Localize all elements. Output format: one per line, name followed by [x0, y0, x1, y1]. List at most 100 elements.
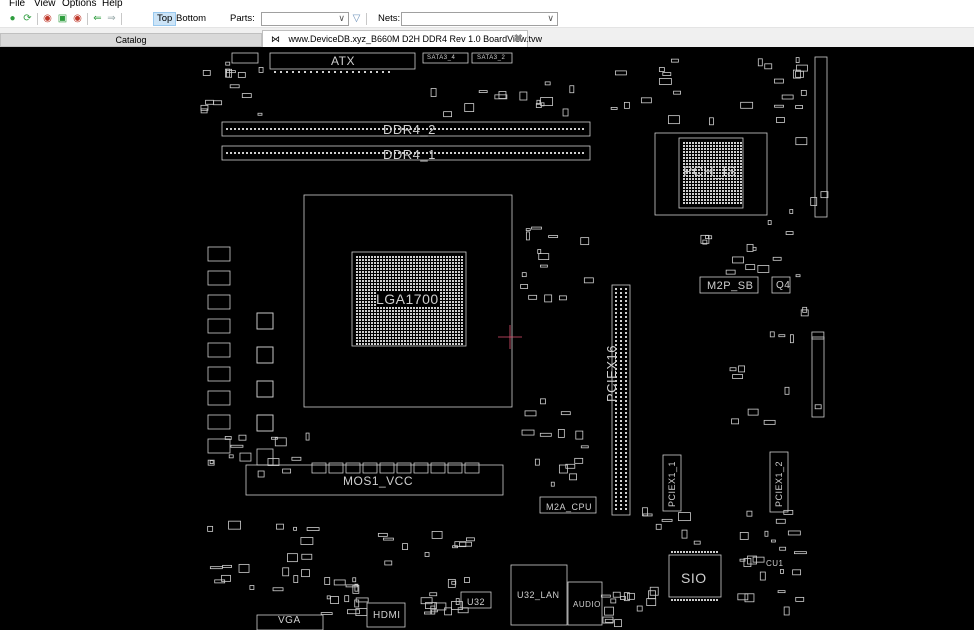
cpu-pad	[383, 328, 385, 330]
cpu-pad	[422, 331, 424, 333]
pch-ball	[731, 181, 733, 183]
pch-ball	[740, 187, 742, 189]
dimm-pin	[358, 128, 360, 130]
cpu-pad	[452, 340, 454, 342]
menu-options[interactable]: Options	[62, 0, 96, 10]
pcie-pin	[620, 324, 622, 326]
cpu-pad	[377, 331, 379, 333]
dimm-pin	[314, 152, 316, 154]
cpu-pad	[449, 274, 451, 276]
pch-ball	[710, 196, 712, 198]
smd-component	[221, 574, 231, 582]
dimm-pin	[294, 128, 296, 130]
tab-file-label: www.DeviceDB.xyz_B660M D2H DDR4 Rev 1.0 …	[288, 34, 542, 44]
pcie-pin	[620, 392, 622, 394]
cpu-pad	[422, 259, 424, 261]
pcie-pin	[625, 408, 627, 410]
cpu-pad	[461, 298, 463, 300]
dimm-pin	[438, 128, 440, 130]
cpu-pad	[461, 292, 463, 294]
cpu-pad	[398, 316, 400, 318]
cpu-pad	[425, 259, 427, 261]
cpu-pad	[440, 343, 442, 345]
cpu-pad	[404, 322, 406, 324]
dimm-pin	[462, 152, 464, 154]
cpu-pad	[419, 322, 421, 324]
zoom-in-icon[interactable]: ◉	[72, 13, 83, 24]
cpu-pad	[443, 259, 445, 261]
smd-component	[737, 593, 749, 601]
tab-boardview-file[interactable]: ⋈ www.DeviceDB.xyz_B660M D2H DDR4 Rev 1.…	[262, 30, 542, 47]
cpu-pad	[386, 325, 388, 327]
pch-ball	[719, 193, 721, 195]
filter-icon[interactable]: ▽	[351, 13, 362, 24]
open-green-icon[interactable]: ●	[7, 13, 18, 24]
cpu-pad	[422, 262, 424, 264]
board-view-canvas[interactable]: ATX SATA3_4 SATA3_2 DDR4_2 DDR4_1 PCH_IS…	[0, 47, 974, 630]
cpu-pad	[452, 268, 454, 270]
smd-component	[746, 510, 753, 517]
pch-ball	[698, 202, 700, 204]
tab-catalog[interactable]: Catalog	[0, 33, 262, 47]
close-icon[interactable]: ✖	[514, 31, 523, 47]
pcie-pin	[615, 412, 617, 414]
cpu-pad	[452, 322, 454, 324]
cpu-pad	[356, 271, 358, 273]
cpu-pad	[455, 289, 457, 291]
mosfet	[413, 462, 429, 474]
cpu-pad	[422, 343, 424, 345]
cpu-pad	[443, 274, 445, 276]
smd-component	[795, 137, 808, 146]
cpu-pad	[389, 271, 391, 273]
cpu-pad	[458, 316, 460, 318]
dimm-pin	[330, 152, 332, 154]
dimm-pin	[318, 128, 320, 130]
menu-file[interactable]: File	[9, 0, 25, 10]
cpu-pad	[458, 319, 460, 321]
cpu-pad	[455, 295, 457, 297]
smd-component	[814, 404, 822, 410]
back-arrow-icon[interactable]: ⇐	[92, 13, 103, 24]
reload-green-icon[interactable]: ⟳	[22, 13, 33, 24]
pcie-pin	[615, 332, 617, 334]
dimm-pin	[566, 152, 568, 154]
cpu-pad	[458, 340, 460, 342]
smd-component	[776, 117, 785, 123]
pcie-pin	[625, 336, 627, 338]
menu-view[interactable]: View	[34, 0, 56, 10]
cpu-pad	[458, 328, 460, 330]
nets-combobox[interactable]: ∨	[401, 12, 558, 26]
cpu-pad	[413, 286, 415, 288]
cpu-pad	[398, 283, 400, 285]
parts-combobox[interactable]: ∨	[261, 12, 349, 26]
cpu-pad	[389, 343, 391, 345]
bottom-side-button[interactable]: Bottom	[173, 12, 209, 26]
cpu-pad	[368, 256, 370, 258]
cpu-pad	[371, 337, 373, 339]
smd-component	[202, 70, 211, 76]
pch-ball	[701, 148, 703, 150]
smd-component	[423, 611, 432, 615]
ddr4-2-label: DDR4_2	[383, 122, 436, 137]
dimm-pin	[550, 152, 552, 154]
cpu-pad	[368, 322, 370, 324]
pch-ball	[734, 190, 736, 192]
cpu-pad	[392, 316, 394, 318]
cpu-pad	[371, 316, 373, 318]
cpu-pad	[446, 334, 448, 336]
cpu-pad	[377, 265, 379, 267]
cpu-pad	[431, 331, 433, 333]
menu-help[interactable]: Help	[102, 0, 123, 10]
fit-icon[interactable]: ▣	[57, 13, 68, 24]
cpu-pad	[371, 286, 373, 288]
pch-ball	[692, 202, 694, 204]
cpu-pad	[419, 271, 421, 273]
cpu-pad	[404, 310, 406, 312]
cpu-pad	[374, 268, 376, 270]
cpu-pad	[455, 262, 457, 264]
forward-arrow-icon[interactable]: ⇒	[106, 13, 117, 24]
zoom-out-icon[interactable]: ◉	[42, 13, 53, 24]
pch-ball	[737, 202, 739, 204]
pcie-pin	[620, 396, 622, 398]
cpu-pad	[407, 262, 409, 264]
